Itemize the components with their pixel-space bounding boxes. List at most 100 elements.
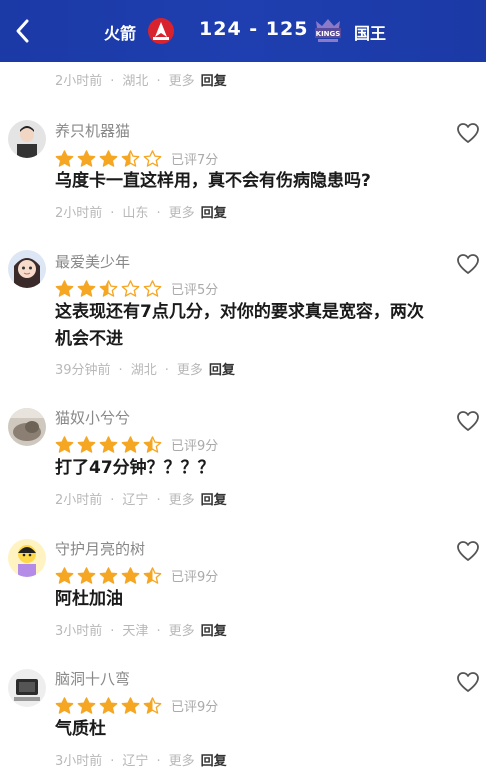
- more-button[interactable]: 更多: [169, 624, 195, 639]
- comment-time: 3小时前: [55, 624, 103, 639]
- comment-location: 天津: [122, 624, 149, 639]
- separator-dot: ·: [156, 754, 161, 769]
- star-icon: [143, 150, 162, 167]
- star-icon: [143, 567, 162, 584]
- comment-meta: 2小时前 · 湖北 · 更多 回复: [55, 70, 227, 89]
- star-icon: [77, 150, 96, 167]
- separator-dot: ·: [156, 74, 161, 89]
- rating-stars: 已评7分: [55, 149, 218, 168]
- rated-label: 已评9分: [171, 570, 219, 585]
- avatar[interactable]: [8, 669, 46, 707]
- kings-logo-icon: KINGS: [315, 19, 341, 42]
- avatar[interactable]: [8, 250, 46, 288]
- more-button[interactable]: 更多: [169, 206, 195, 221]
- username[interactable]: 守护月亮的树: [55, 538, 145, 559]
- comment-location: 湖北: [122, 74, 149, 89]
- star-icon: [99, 280, 118, 297]
- separator-dot: ·: [156, 206, 161, 221]
- more-button[interactable]: 更多: [169, 754, 195, 769]
- reply-button[interactable]: 回复: [201, 493, 227, 508]
- home-team-name: 火箭: [104, 24, 137, 43]
- star-icon: [121, 697, 140, 714]
- comment-location: 湖北: [130, 363, 157, 378]
- username[interactable]: 脑洞十八弯: [55, 668, 130, 689]
- score: 124 - 125: [199, 18, 309, 40]
- like-heart-icon[interactable]: [456, 540, 480, 562]
- rated-label: 已评9分: [171, 700, 219, 715]
- reply-button[interactable]: 回复: [201, 624, 227, 639]
- separator-dot: ·: [156, 493, 161, 508]
- star-icon: [77, 567, 96, 584]
- comment-time: 2小时前: [55, 74, 103, 89]
- rating-stars: 已评9分: [55, 696, 218, 715]
- star-icon: [99, 150, 118, 167]
- star-icon: [99, 436, 118, 453]
- star-icon: [121, 567, 140, 584]
- comment-location: 辽宁: [122, 754, 149, 769]
- more-button[interactable]: 更多: [169, 493, 195, 508]
- separator-dot: ·: [110, 206, 115, 221]
- separator-dot: ·: [110, 754, 115, 769]
- avatar[interactable]: [8, 539, 46, 577]
- star-icon: [77, 697, 96, 714]
- comment-text: 气质杜: [55, 719, 106, 739]
- comment-location: 辽宁: [122, 493, 149, 508]
- username[interactable]: 养只机器猫: [55, 120, 130, 141]
- star-icon: [55, 567, 74, 584]
- like-heart-icon[interactable]: [456, 671, 480, 693]
- comment-time: 2小时前: [55, 493, 103, 508]
- star-icon: [77, 436, 96, 453]
- reply-button[interactable]: 回复: [201, 74, 227, 89]
- more-button[interactable]: 更多: [169, 74, 195, 89]
- comment-text: 乌度卡一直这样用，真不会有伤病隐患吗?: [55, 171, 371, 191]
- star-icon: [99, 697, 118, 714]
- reply-button[interactable]: 回复: [201, 754, 227, 769]
- rating-stars: 已评9分: [55, 566, 218, 585]
- comment-text: 阿杜加油: [55, 589, 123, 609]
- reply-button[interactable]: 回复: [209, 363, 235, 378]
- comment-meta: 3小时前 · 辽宁 · 更多 回复: [55, 750, 227, 769]
- avatar[interactable]: [8, 408, 46, 446]
- like-heart-icon[interactable]: [456, 410, 480, 432]
- username[interactable]: 猫奴小兮兮: [55, 407, 130, 428]
- rated-label: 已评7分: [171, 153, 219, 168]
- comment-text: 这表现还有7点几分，对你的要求真是宽容，两次机会不进: [55, 302, 424, 349]
- rated-label: 已评5分: [171, 283, 219, 298]
- comment-time: 2小时前: [55, 206, 103, 221]
- star-icon: [99, 567, 118, 584]
- separator-dot: ·: [110, 624, 115, 639]
- separator-dot: ·: [156, 624, 161, 639]
- star-icon: [55, 150, 74, 167]
- separator-dot: ·: [110, 74, 115, 89]
- like-heart-icon[interactable]: [456, 253, 480, 275]
- rating-stars: 已评5分: [55, 279, 218, 298]
- kings-logo-text: KINGS: [316, 30, 341, 38]
- more-button[interactable]: 更多: [177, 363, 203, 378]
- comment-meta: 2小时前 · 辽宁 · 更多 回复: [55, 489, 227, 508]
- rating-stars: 已评9分: [55, 435, 218, 454]
- separator-dot: ·: [110, 493, 115, 508]
- star-icon: [121, 150, 140, 167]
- rockets-logo-icon: [148, 18, 174, 44]
- star-icon: [121, 280, 140, 297]
- star-icon: [55, 697, 74, 714]
- rated-label: 已评9分: [171, 439, 219, 454]
- star-icon: [77, 280, 96, 297]
- away-team-name: 国王: [354, 24, 387, 43]
- like-heart-icon[interactable]: [456, 122, 480, 144]
- star-icon: [143, 436, 162, 453]
- comment-time: 39分钟前: [55, 363, 111, 378]
- username[interactable]: 最爱美少年: [55, 251, 130, 272]
- avatar[interactable]: [8, 120, 46, 158]
- star-icon: [143, 280, 162, 297]
- comment-location: 山东: [122, 206, 149, 221]
- game-header: 火箭 124 - 125 KINGS 国王: [0, 0, 486, 62]
- star-icon: [121, 436, 140, 453]
- separator-dot: ·: [118, 363, 123, 378]
- separator-dot: ·: [164, 363, 169, 378]
- reply-button[interactable]: 回复: [201, 206, 227, 221]
- comment-meta: 2小时前 · 山东 · 更多 回复: [55, 202, 227, 221]
- star-icon: [55, 436, 74, 453]
- comment-meta: 39分钟前 · 湖北 · 更多 回复: [55, 359, 235, 378]
- back-chevron-icon[interactable]: [10, 16, 36, 46]
